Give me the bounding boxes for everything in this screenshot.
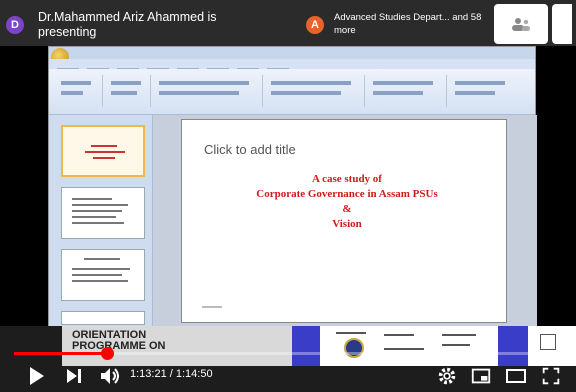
banner-text: ORIENTATION PROGRAMME ON	[72, 330, 166, 352]
slide-line: Corporate Governance in Assam PSUs	[256, 188, 438, 200]
ribbon-group-slides	[105, 75, 151, 107]
volume-icon[interactable]	[98, 364, 122, 388]
ppt-title-bar	[49, 47, 535, 59]
ribbon-group-editing	[449, 75, 533, 107]
slide-thumbnail[interactable]	[61, 311, 145, 325]
meeting-topbar: D Dr.Mahammed Ariz Ahammed is presenting…	[0, 0, 576, 46]
fullscreen-icon[interactable]	[540, 364, 562, 388]
blue-bar	[292, 326, 320, 366]
current-slide[interactable]: Click to add title A case study of Corpo…	[181, 119, 507, 323]
slide-thumbnail[interactable]	[61, 249, 145, 301]
banner-line: PROGRAMME ON	[72, 340, 166, 352]
settings-icon[interactable]	[436, 364, 458, 388]
slide-footer	[202, 306, 222, 308]
institution-logo-strip	[292, 326, 528, 366]
presenter-avatar: D	[6, 16, 24, 34]
participant-avatar: A	[306, 16, 324, 34]
ribbon-group-clipboard	[55, 75, 103, 107]
participant-tile[interactable]	[494, 4, 548, 44]
slide-line: A case study of	[312, 173, 382, 185]
slide-body-text: A case study of Corporate Governance in …	[222, 172, 472, 232]
ribbon-group-drawing	[367, 75, 447, 107]
progress-bar[interactable]	[14, 347, 562, 360]
player-controls	[0, 362, 576, 392]
theater-icon[interactable]	[504, 364, 528, 388]
video-tile-edge	[552, 4, 572, 44]
slide-line: &	[342, 203, 352, 215]
blue-bar	[498, 326, 528, 366]
slide-editor[interactable]: Click to add title A case study of Corpo…	[153, 115, 537, 327]
people-icon	[512, 18, 530, 31]
next-icon[interactable]	[64, 364, 84, 388]
time-display: 1:13:21 / 1:14:50	[130, 368, 213, 380]
participant-label: Advanced Studies Depart... and 58 more	[334, 12, 482, 36]
ppt-ribbon[interactable]	[49, 69, 535, 115]
slide-title-placeholder[interactable]: Click to add title	[204, 142, 296, 157]
play-icon[interactable]	[26, 364, 46, 388]
presenter-label: Dr.Mahammed Ariz Ahammed is presenting	[38, 10, 217, 39]
progress-played	[14, 352, 108, 355]
ppt-ribbon-tabs[interactable]	[49, 59, 535, 72]
slide-thumbnail-pane[interactable]	[49, 115, 153, 327]
square-icon	[540, 334, 556, 350]
side-panel	[528, 326, 576, 366]
shared-screen: Click to add title A case study of Corpo…	[48, 46, 537, 327]
slide-thumbnail[interactable]	[61, 187, 145, 239]
emblem-icon	[344, 338, 364, 358]
slide-line: Vision	[332, 218, 362, 230]
slide-thumbnail[interactable]	[61, 125, 145, 177]
ribbon-group-paragraph	[265, 75, 365, 107]
miniplayer-icon[interactable]	[470, 364, 492, 388]
ribbon-group-font	[153, 75, 263, 107]
orientation-banner: ORIENTATION PROGRAMME ON	[62, 326, 300, 366]
